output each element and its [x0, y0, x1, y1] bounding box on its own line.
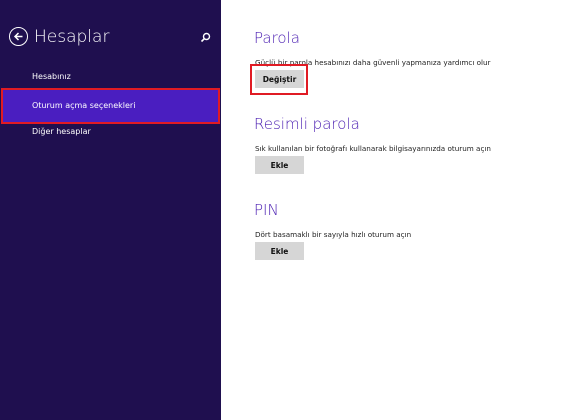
- section-desc-picture-password: Sık kullanılan bir fotoğrafı kullanarak …: [255, 144, 491, 153]
- search-button[interactable]: [198, 30, 212, 44]
- page-title: Hesaplar: [34, 27, 110, 47]
- section-title-pin: PIN: [254, 201, 279, 219]
- sidebar: Hesaplar Hesabınız Oturum açma seçenekle…: [0, 0, 221, 420]
- section-desc-pin: Dört basamaklı bir sayıyla hızlı oturum …: [255, 230, 412, 239]
- back-button[interactable]: [9, 27, 28, 46]
- add-pin-button[interactable]: Ekle: [255, 242, 304, 260]
- main-content: Parola Güçlü bir parola hesabınızı daha …: [221, 0, 566, 420]
- sidebar-item-label: Diğer hesaplar: [32, 127, 91, 136]
- back-arrow-icon: [13, 32, 23, 41]
- add-picture-password-button[interactable]: Ekle: [255, 156, 304, 174]
- highlight-box: [250, 64, 308, 95]
- section-title-password: Parola: [254, 29, 300, 47]
- sidebar-item-sign-in-options[interactable]: Oturum açma seçenekleri: [1, 88, 220, 124]
- section-title-picture-password: Resimli parola: [254, 115, 360, 133]
- sidebar-item-other-accounts[interactable]: Diğer hesaplar: [0, 119, 221, 145]
- sidebar-item-label: Hesabınız: [32, 72, 71, 81]
- sidebar-item-label: Oturum açma seçenekleri: [32, 101, 136, 110]
- search-icon: [200, 32, 210, 42]
- sidebar-item-account[interactable]: Hesabınız: [0, 64, 221, 90]
